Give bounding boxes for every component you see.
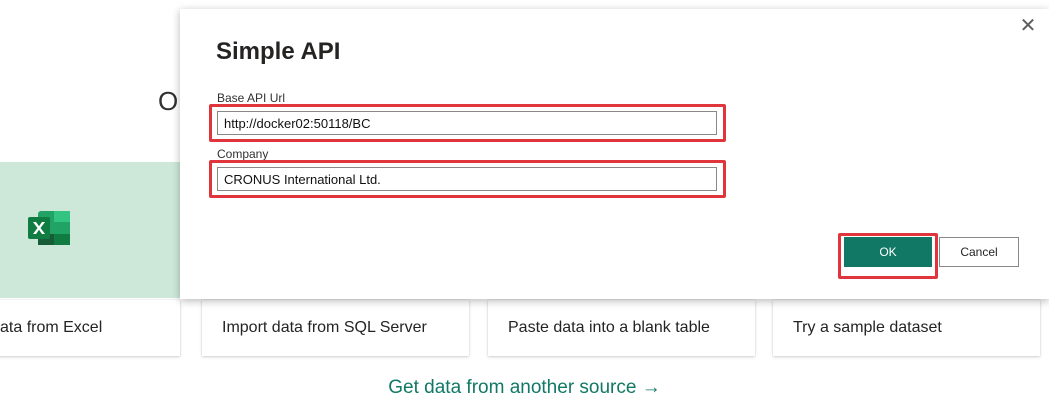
card-blank-table[interactable]: Paste data into a blank table — [488, 300, 755, 356]
company-input[interactable] — [217, 167, 717, 191]
card-sample-dataset[interactable]: Try a sample dataset — [773, 300, 1040, 356]
card-sql-server[interactable]: Import data from SQL Server — [202, 300, 469, 356]
card-excel[interactable]: ata from Excel — [0, 300, 180, 356]
company-label: Company — [217, 147, 269, 161]
excel-tile[interactable] — [0, 162, 182, 298]
close-icon[interactable]: ✕ — [1017, 15, 1039, 37]
card-blank-table-label: Paste data into a blank table — [508, 319, 710, 336]
page-heading: O — [158, 86, 179, 116]
simple-api-dialog: ✕ Simple API Base API Url Company OK Can… — [180, 9, 1049, 299]
ok-button[interactable]: OK — [844, 237, 932, 267]
base-url-input[interactable] — [217, 111, 717, 135]
cancel-button[interactable]: Cancel — [939, 237, 1019, 267]
get-data-another-source-link[interactable]: Get data from another source → — [0, 376, 1049, 400]
card-sample-dataset-label: Try a sample dataset — [793, 319, 942, 336]
dialog-title: Simple API — [216, 38, 341, 65]
base-url-label: Base API Url — [217, 91, 286, 105]
card-sql-server-label: Import data from SQL Server — [222, 319, 427, 336]
card-excel-label: ata from Excel — [0, 319, 103, 336]
excel-icon — [28, 211, 70, 245]
